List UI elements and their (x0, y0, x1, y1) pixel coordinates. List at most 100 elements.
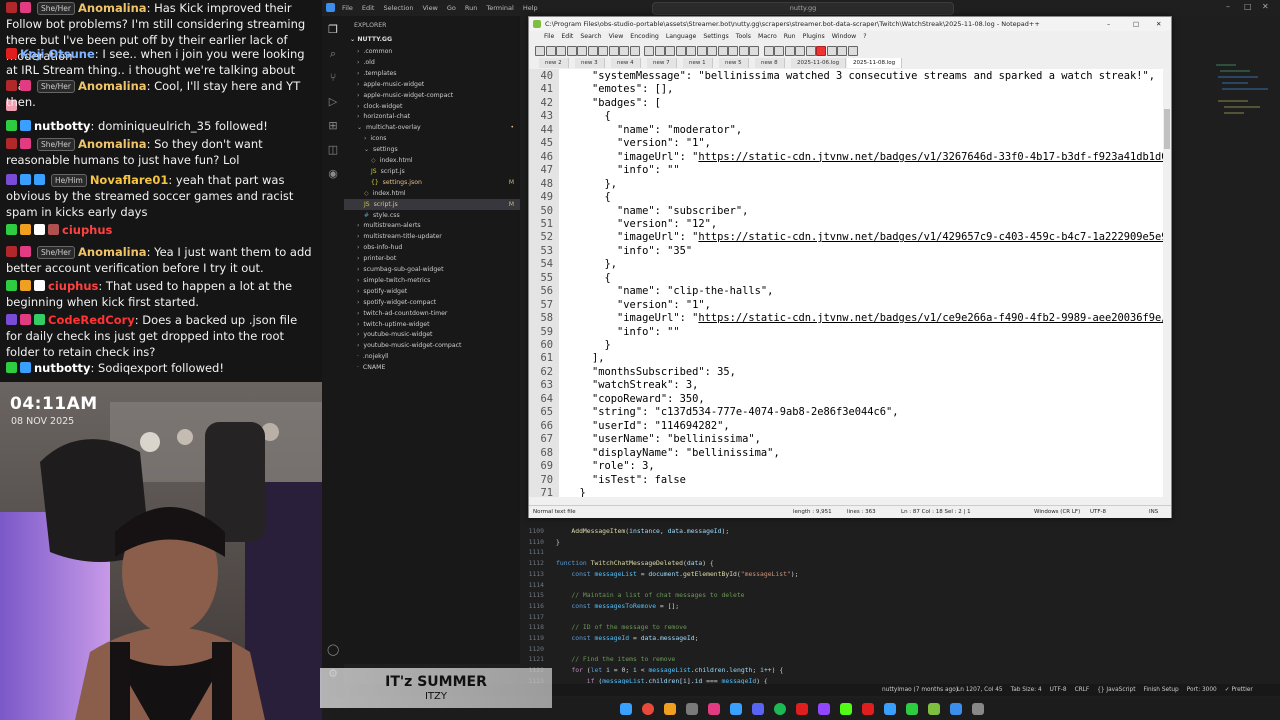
tree-item[interactable]: › spotify-widget-compact (344, 297, 520, 308)
spotify-icon[interactable] (774, 703, 786, 715)
run-debug-icon[interactable]: ▷ (327, 96, 339, 108)
toolbar-button-icon[interactable] (826, 46, 837, 56)
toolbar-button-icon[interactable] (696, 46, 707, 56)
tree-item[interactable]: › youtube-music-widget-compact (344, 340, 520, 351)
npp-menu-item[interactable]: Tools (736, 33, 751, 40)
tree-item[interactable]: › twitch-uptime-widget (344, 319, 520, 330)
app-icon[interactable] (972, 703, 984, 715)
tree-item[interactable]: › apple-music-widget (344, 79, 520, 90)
toolbar-button-icon[interactable] (763, 46, 774, 56)
toolbar-button-icon[interactable] (837, 46, 847, 56)
npp-menu-item[interactable]: Search (580, 33, 601, 40)
toolbar-button-icon[interactable] (556, 46, 566, 56)
toolbar-button-icon[interactable] (629, 46, 640, 56)
npp-hscrollbar[interactable] (529, 497, 1163, 505)
tree-item[interactable]: ◇ index.html (344, 155, 520, 166)
youtube-icon[interactable] (796, 703, 808, 715)
tree-item[interactable]: {} settings.json M (344, 177, 520, 188)
tree-item[interactable]: › apple-music-widget-compact (344, 90, 520, 101)
app-icon[interactable] (862, 703, 874, 715)
app-icon[interactable] (906, 703, 918, 715)
toolbar-button-icon[interactable] (566, 46, 577, 56)
command-center-search[interactable]: nutty.gg (652, 2, 954, 15)
kick-icon[interactable] (840, 703, 852, 715)
menu-item-selection[interactable]: Selection (383, 4, 413, 12)
status-item[interactable]: Finish Setup (1143, 687, 1178, 693)
close-icon[interactable]: ✕ (1262, 2, 1269, 11)
toolbar-button-icon[interactable] (738, 46, 749, 56)
toolbar-button-icon[interactable] (644, 46, 654, 56)
npp-tab[interactable]: new 2 (539, 58, 569, 68)
menu-item-run[interactable]: Run (465, 4, 477, 12)
toolbar-button-icon[interactable] (749, 46, 759, 56)
tree-item[interactable]: JS script.js M (344, 198, 520, 210)
npp-tab[interactable]: 2025-11-06.log (791, 58, 847, 68)
tree-item[interactable]: › spotify-widget (344, 286, 520, 297)
npp-url-link[interactable]: https://static-cdn.jtvnw.net/badges/v1/4… (698, 231, 1163, 243)
tree-item[interactable]: › multistream-alerts (344, 220, 520, 231)
npp-tab[interactable]: new 3 (575, 58, 605, 68)
toolbar-button-icon[interactable] (675, 46, 686, 56)
workspace-root[interactable]: ⌄ NUTTY.GG (350, 36, 392, 43)
notepadpp-editor[interactable]: 40 "systemMessage": "bellinissima watche… (529, 69, 1163, 497)
app-icon[interactable] (708, 703, 720, 715)
npp-tab[interactable]: new 8 (755, 58, 785, 68)
status-item[interactable]: {} JavaScript (1097, 687, 1135, 693)
toolbar-button-icon[interactable] (774, 46, 784, 56)
tree-item[interactable]: › multistream-title-updater (344, 231, 520, 242)
tree-item[interactable]: › horizontal-chat (344, 111, 520, 122)
tree-item[interactable]: › .old (344, 57, 520, 68)
toolbar-button-icon[interactable] (805, 46, 816, 56)
toolbar-button-icon[interactable] (847, 46, 858, 56)
tree-item[interactable]: › icons (344, 133, 520, 144)
toolbar-button-icon[interactable] (654, 46, 665, 56)
npp-scroll-thumb[interactable] (1164, 109, 1170, 149)
toolbar-button-icon[interactable] (816, 46, 826, 56)
npp-menu-item[interactable]: Macro (758, 33, 777, 40)
editor-minimap[interactable] (1214, 60, 1280, 360)
npp-scrollbar[interactable] (1163, 69, 1171, 497)
status-item[interactable]: Port: 3000 (1187, 687, 1217, 693)
account-icon[interactable]: ◯ (327, 644, 339, 656)
npp-tab[interactable]: new 5 (719, 58, 749, 68)
tree-item[interactable]: › clock-widget (344, 101, 520, 112)
tree-item[interactable]: › youtube-music-widget (344, 329, 520, 340)
maximize-icon[interactable]: □ (1244, 2, 1252, 11)
npp-menu-item[interactable]: Run (784, 33, 796, 40)
chrome-icon[interactable] (642, 703, 654, 715)
toolbar-button-icon[interactable] (608, 46, 619, 56)
explorer-icon[interactable]: ❐ (327, 24, 339, 36)
tree-item[interactable]: ⌄ settings (344, 144, 520, 155)
minimize-icon[interactable]: – (1226, 2, 1230, 11)
discord-icon[interactable] (752, 703, 764, 715)
menu-item-help[interactable]: Help (523, 4, 538, 12)
npp-menu-item[interactable]: View (609, 33, 624, 40)
status-item[interactable]: ✓ Prettier (1225, 687, 1253, 693)
toolbar-button-icon[interactable] (545, 46, 556, 56)
npp-minimize-icon[interactable]: – (1107, 17, 1110, 31)
menu-item-go[interactable]: Go (447, 4, 456, 12)
menu-item-edit[interactable]: Edit (362, 4, 375, 12)
npp-url-link[interactable]: https://static-cdn.jtvnw.net/badges/v1/c… (698, 312, 1163, 324)
status-item[interactable]: UTF-8 (1050, 687, 1067, 693)
tree-item[interactable]: JS script.js (344, 166, 520, 177)
toolbar-button-icon[interactable] (707, 46, 717, 56)
toolbar-button-icon[interactable] (577, 46, 587, 56)
start-icon[interactable] (620, 703, 632, 715)
toolbar-button-icon[interactable] (587, 46, 598, 56)
app-icon[interactable] (884, 703, 896, 715)
npp-tab[interactable]: 2025-11-08.log (847, 58, 903, 68)
status-item[interactable]: CRLF (1075, 687, 1090, 693)
tree-item[interactable]: · .nojekyll (344, 351, 520, 362)
tree-item[interactable]: › scumbag-sub-goal-widget (344, 264, 520, 275)
npp-menu-item[interactable]: Encoding (630, 33, 659, 40)
toolbar-button-icon[interactable] (619, 46, 629, 56)
npp-tab[interactable]: new 1 (683, 58, 713, 68)
tree-item[interactable]: # style.css (344, 210, 520, 221)
tree-item[interactable]: › twitch-ad-countdown-timer (344, 308, 520, 319)
npp-menu-item[interactable]: Language (666, 33, 697, 40)
git-blame-status[interactable]: nuttylmao (7 months ago) (882, 684, 958, 696)
toolbar-button-icon[interactable] (795, 46, 805, 56)
twitch-icon[interactable] (818, 703, 830, 715)
npp-menu-item[interactable]: File (544, 33, 554, 40)
